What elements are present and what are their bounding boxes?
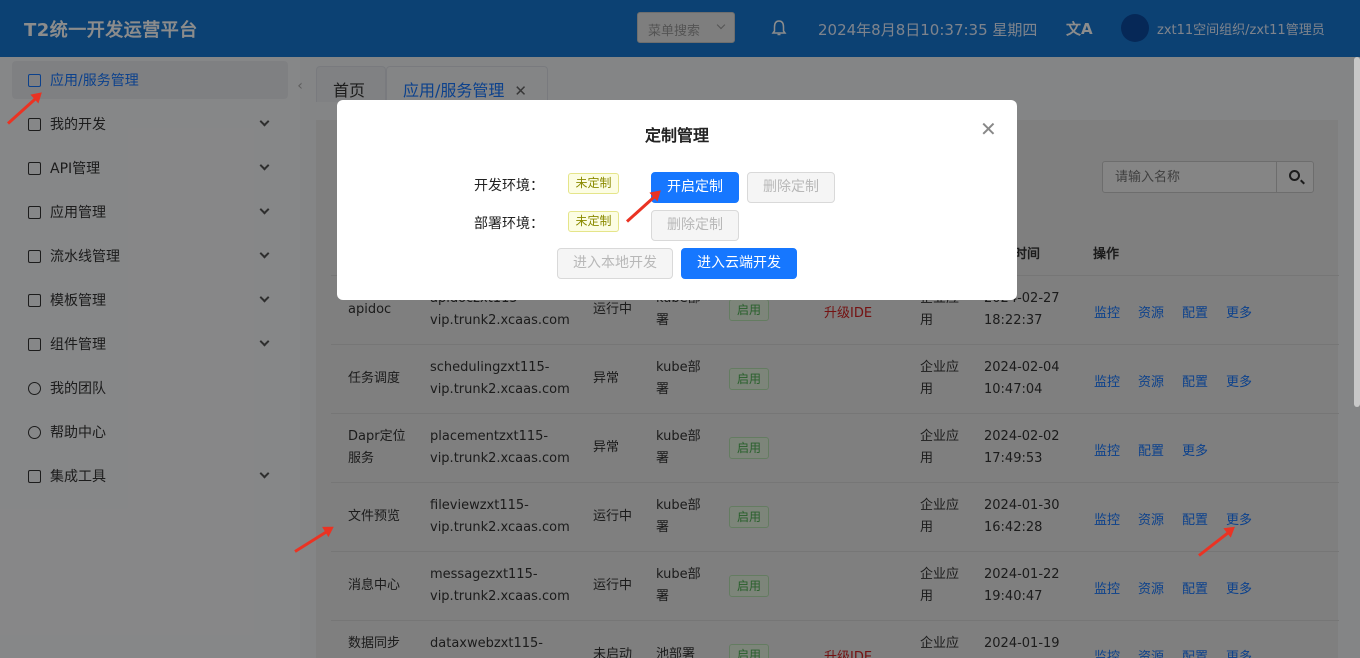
modal-overlay[interactable] xyxy=(0,0,1360,658)
dev-env-label: 开发环境： xyxy=(474,178,544,194)
customize-modal: 定制管理 ✕ 开发环境： 未定制 开启定制 删除定制 部署环境： 未定制 删除定… xyxy=(337,100,1017,300)
delete-deploy-customize-button[interactable]: 删除定制 xyxy=(651,210,739,241)
dev-env-status-tag: 未定制 xyxy=(568,173,619,194)
cloud-dev-button[interactable]: 进入云端开发 xyxy=(681,248,797,279)
deploy-env-status-tag: 未定制 xyxy=(568,211,619,232)
local-dev-button[interactable]: 进入本地开发 xyxy=(557,248,673,279)
close-icon[interactable]: ✕ xyxy=(980,117,997,141)
open-customize-button[interactable]: 开启定制 xyxy=(651,172,739,203)
delete-customize-button[interactable]: 删除定制 xyxy=(747,172,835,203)
deploy-env-label: 部署环境： xyxy=(474,216,544,232)
modal-title: 定制管理 xyxy=(644,126,709,145)
page-scrollbar[interactable] xyxy=(1354,57,1360,407)
